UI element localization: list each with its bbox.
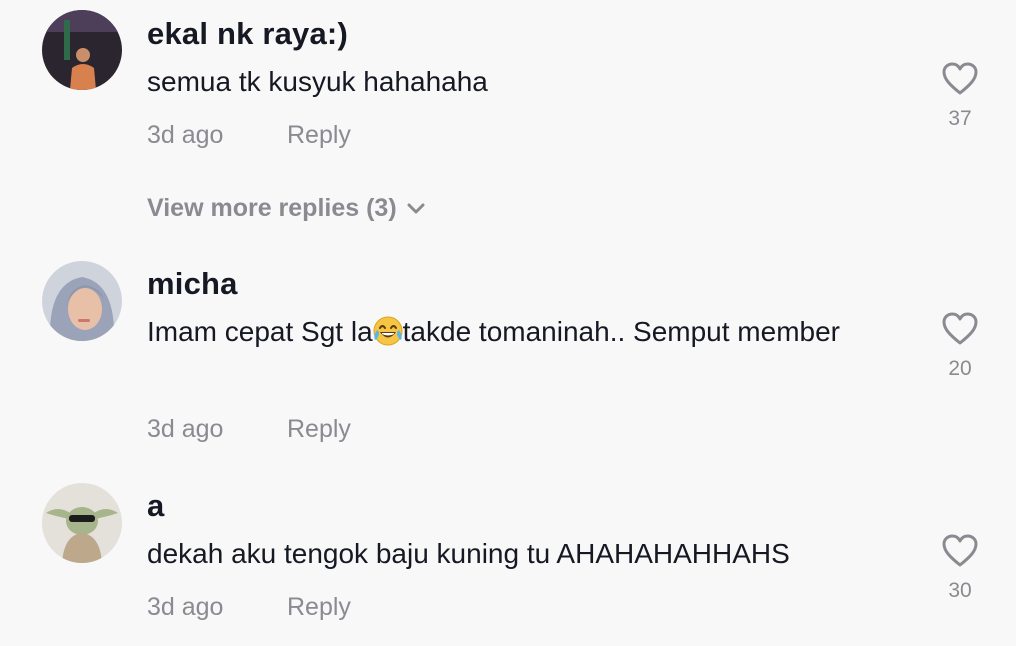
comment-meta: 3d ago Reply bbox=[147, 121, 351, 150]
comment-text: Imam cepat Sgt la takde tomaninah.. Semp… bbox=[147, 310, 887, 354]
view-more-replies-label: View more replies (3) bbox=[147, 194, 397, 222]
like-button[interactable]: 20 bbox=[936, 312, 984, 381]
comment-meta: 3d ago Reply bbox=[147, 415, 351, 444]
comment-time: 3d ago bbox=[147, 121, 224, 149]
like-count: 20 bbox=[948, 357, 972, 380]
comment-time: 3d ago bbox=[147, 415, 224, 443]
comment-username[interactable]: a bbox=[147, 488, 164, 524]
face-with-tears-of-joy-icon bbox=[373, 316, 403, 346]
reply-button[interactable]: Reply bbox=[287, 121, 351, 149]
reply-button[interactable]: Reply bbox=[287, 415, 351, 443]
view-more-replies-button[interactable]: View more replies (3) bbox=[147, 194, 425, 223]
heart-icon bbox=[942, 534, 978, 567]
chevron-down-icon bbox=[407, 203, 425, 214]
comment-username[interactable]: ekal nk raya:) bbox=[147, 16, 348, 52]
comment-text: semua tk kusyuk hahahaha bbox=[147, 66, 488, 97]
comment-item: micha Imam cepat Sgt la takde tomaninah.… bbox=[0, 250, 1016, 470]
avatar[interactable] bbox=[42, 261, 122, 341]
heart-icon bbox=[942, 312, 978, 345]
avatar[interactable] bbox=[42, 10, 122, 90]
reply-button[interactable]: Reply bbox=[287, 593, 351, 621]
like-count: 30 bbox=[948, 579, 972, 602]
like-button[interactable]: 37 bbox=[936, 62, 984, 131]
comment-item: a dekah aku tengok baju kuning tu AHAHAH… bbox=[0, 472, 1016, 646]
avatar[interactable] bbox=[42, 483, 122, 563]
comment-text-part: takde tomaninah.. Semput member bbox=[402, 316, 840, 347]
comment-meta: 3d ago Reply bbox=[147, 593, 351, 622]
comment-username[interactable]: micha bbox=[147, 266, 238, 302]
heart-icon bbox=[942, 62, 978, 95]
comment-time: 3d ago bbox=[147, 593, 224, 621]
comment-text: dekah aku tengok baju kuning tu AHAHAHAH… bbox=[147, 538, 790, 569]
comment-item: ekal nk raya:) semua tk kusyuk hahahaha … bbox=[0, 0, 1016, 250]
comment-text-part: Imam cepat Sgt la bbox=[147, 316, 373, 347]
like-button[interactable]: 30 bbox=[936, 534, 984, 603]
like-count: 37 bbox=[948, 107, 972, 130]
